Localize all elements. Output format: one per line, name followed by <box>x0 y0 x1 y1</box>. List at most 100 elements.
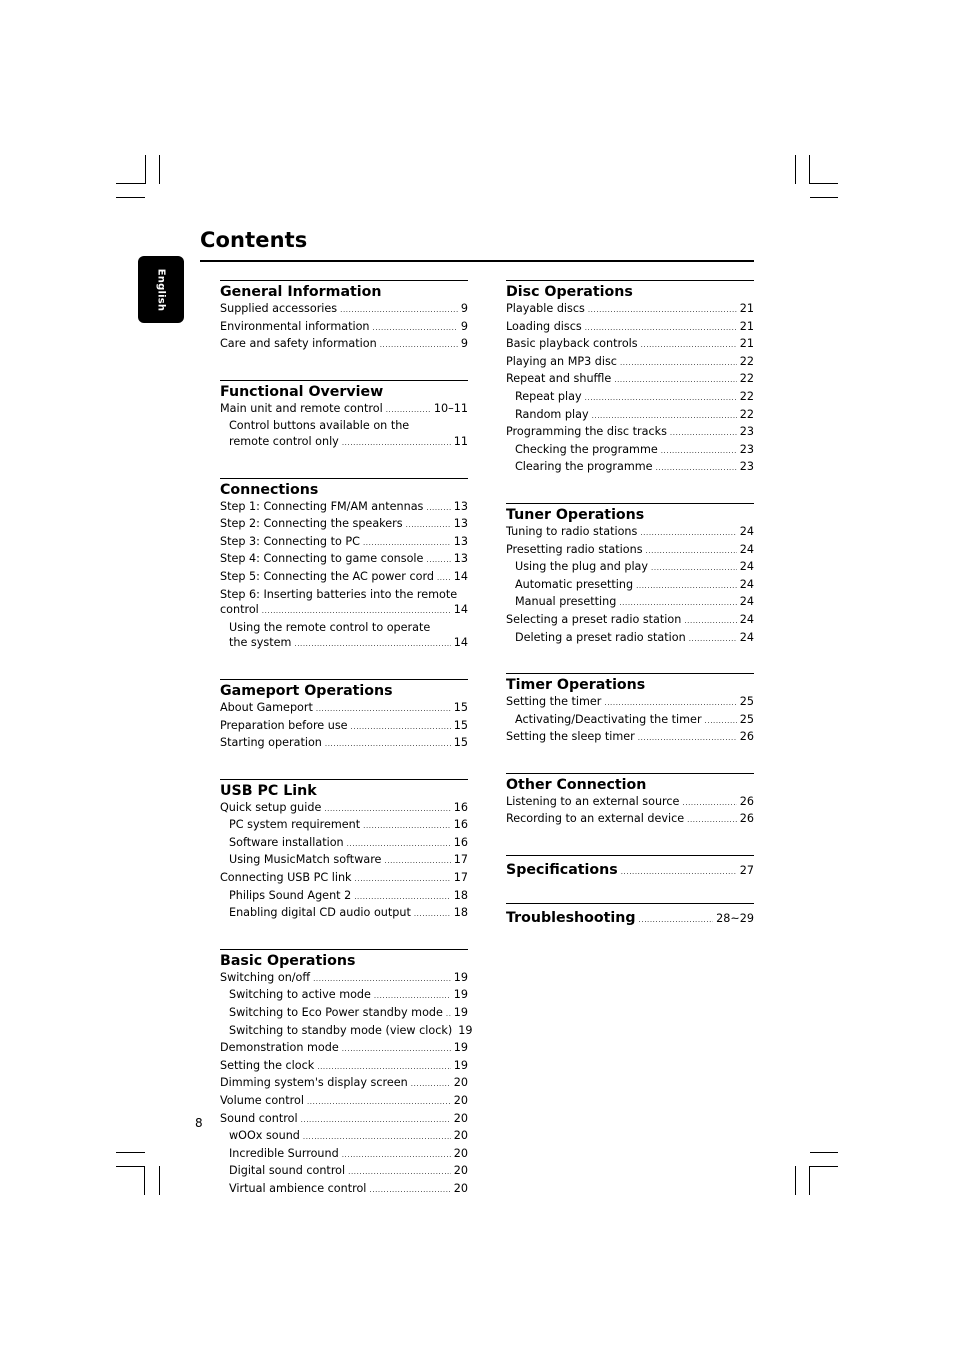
toc-entry-label: Using the plug and play <box>515 560 649 574</box>
toc-entry[interactable]: Repeat and shuffle 22 <box>506 371 754 389</box>
toc-entry[interactable]: Selecting a preset radio station 24 <box>506 612 754 630</box>
toc-entry[interactable]: Deleting a preset radio station 24 <box>506 630 754 648</box>
dot-leader <box>437 571 451 587</box>
toc-entry-label: Selecting a preset radio station <box>506 612 682 626</box>
toc-section-disc-operations: Disc OperationsPlayable discs21Loading d… <box>506 280 754 477</box>
dot-leader <box>347 837 451 853</box>
toc-entry[interactable]: Checking the programme 23 <box>506 442 754 460</box>
toc-section-other-connection: Other Connection Listening to an external… <box>506 772 754 829</box>
toc-entry[interactable]: Step 5: Connecting the AC power cord 14 <box>220 569 468 587</box>
toc-entry[interactable]: Care and safety information 9 <box>220 336 468 354</box>
title-rule <box>200 260 754 262</box>
toc-entry[interactable]: Setting the sleep timer 26 <box>506 729 754 747</box>
dot-leader <box>682 796 736 812</box>
toc-entry[interactable]: Dimming system's display screen 20 <box>220 1075 468 1093</box>
toc-entry[interactable]: Step 3: Connecting to PC 13 <box>220 534 468 552</box>
toc-entry-page: 18 <box>453 888 468 902</box>
toc-entry[interactable]: Switching to standby mode (view clock) 19 <box>220 1023 473 1041</box>
toc-section-specifications[interactable]: Specifications 27 <box>506 855 754 879</box>
toc-entry[interactable]: Setting the timer 25 <box>506 694 754 712</box>
toc-entry-label: Using MusicMatch software <box>229 853 382 867</box>
dot-leader <box>348 1165 451 1181</box>
toc-entry[interactable]: Programming the disc tracks 23 <box>506 424 754 442</box>
toc-entry[interactable]: Connecting USB PC link 17 <box>220 870 468 888</box>
toc-entry[interactable]: Philips Sound Agent 2 18 <box>220 888 468 906</box>
toc-entry-page: 21 <box>739 337 754 351</box>
toc-entry[interactable]: Supplied accessories 9 <box>220 301 468 319</box>
dot-leader <box>656 461 737 477</box>
toc-entry[interactable]: Main unit and remote control 10–11 <box>220 401 468 419</box>
toc-entry-label: Volume control <box>220 1094 304 1107</box>
toc-entry[interactable]: Automatic presetting 24 <box>506 577 754 595</box>
toc-entry-page: 15 <box>453 736 468 750</box>
toc-entry[interactable]: Loading discs 21 <box>506 319 754 337</box>
dot-leader <box>426 501 450 517</box>
toc-entry[interactable]: Starting operation 15 <box>220 735 468 753</box>
toc-entry[interactable]: Repeat play 22 <box>506 389 754 407</box>
toc-entry[interactable]: Basic playback controls 21 <box>506 336 754 354</box>
toc-entry[interactable]: Switching to active mode 19 <box>220 987 468 1005</box>
toc-entry[interactable]: remote control only 11 <box>220 434 468 452</box>
dot-leader <box>340 303 458 319</box>
toc-entry-label: Virtual ambience control <box>229 1181 367 1195</box>
dot-leader <box>641 338 737 354</box>
crop-mark <box>810 1152 838 1153</box>
toc-entry-label: Step 5: Connecting the AC power cord <box>220 569 434 583</box>
toc-entry[interactable]: Tuning to radio stations 24 <box>506 524 754 542</box>
toc-entry[interactable]: Quick setup guide 16 <box>220 800 468 818</box>
toc-entry[interactable]: Listening to an external source 26 <box>506 794 754 812</box>
toc-entry[interactable]: Activating/Deactivating the timer 25 <box>506 712 754 730</box>
toc-entry[interactable]: Switching on/off 19 <box>220 970 468 988</box>
dot-leader <box>303 1130 451 1146</box>
toc-entry[interactable]: Volume control 20 <box>220 1093 468 1111</box>
toc-entry[interactable]: Using the plug and play 24 <box>506 559 754 577</box>
dot-leader <box>373 321 458 337</box>
toc-entry[interactable]: Step 1: Connecting FM/AM antennas 13 <box>220 499 468 517</box>
toc-entry-page: 18 <box>453 906 468 920</box>
toc-entry[interactable]: Manual presetting 24 <box>506 594 754 612</box>
toc-entry-label: Setting the timer <box>506 695 602 709</box>
crop-mark <box>116 197 145 198</box>
toc-entry[interactable]: About Gameport 15 <box>220 700 468 718</box>
toc-entry[interactable]: the system 14 <box>220 635 468 653</box>
toc-entry[interactable]: Setting the clock 19 <box>220 1058 468 1076</box>
toc-entry[interactable]: Virtual ambience control 20 <box>220 1181 468 1199</box>
toc-entry[interactable]: Incredible Surround 20 <box>220 1146 468 1164</box>
toc-entry[interactable]: Playable discs 21 <box>506 301 754 319</box>
toc-entry[interactable]: Software installation 16 <box>220 835 468 853</box>
toc-entry-label: Enabling digital CD audio output <box>229 906 411 920</box>
dot-leader <box>342 1042 451 1058</box>
toc-entry[interactable]: control 14 <box>220 602 468 620</box>
toc-entry-label-line[interactable]: Using the remote control to operate <box>220 620 468 636</box>
toc-entry[interactable]: Sound control 20 <box>220 1111 468 1129</box>
toc-entry[interactable]: Recording to an external device 26 <box>506 811 754 829</box>
toc-section-troubleshooting[interactable]: Troubleshooting 28~29 <box>506 903 754 927</box>
toc-entry[interactable]: Step 4: Connecting to game console 13 <box>220 551 468 569</box>
toc-entry-page: 13 <box>453 552 468 566</box>
toc-entry-page: 20 <box>453 1129 468 1143</box>
toc-entry[interactable]: PC system requirement 16 <box>220 817 468 835</box>
toc-entry-label: Switching to Eco Power standby mode <box>229 1006 443 1020</box>
toc-entry[interactable]: Enabling digital CD audio output 18 <box>220 905 468 923</box>
toc-entry[interactable]: Preparation before use 15 <box>220 718 468 736</box>
toc-entry[interactable]: Random play 22 <box>506 407 754 425</box>
toc-entry-page: 24 <box>739 542 754 556</box>
toc-entry[interactable]: wOOx sound 20 <box>220 1128 468 1146</box>
toc-entry[interactable]: Environmental information 9 <box>220 319 468 337</box>
toc-entry-label: Tuning to radio stations <box>506 524 638 538</box>
language-tab: English <box>138 256 184 323</box>
toc-entry-page: 20 <box>453 1094 468 1107</box>
toc-entry[interactable]: Presetting radio stations 24 <box>506 542 754 560</box>
toc-entry[interactable]: Step 2: Connecting the speakers 13 <box>220 516 468 534</box>
toc-entry-label-line[interactable]: Control buttons available on the <box>220 418 468 434</box>
toc-entry[interactable]: Digital sound control 20 <box>220 1163 468 1181</box>
toc-entry[interactable]: Demonstration mode 19 <box>220 1040 468 1058</box>
toc-entry[interactable]: Playing an MP3 disc 22 <box>506 354 754 372</box>
toc-entry[interactable]: Switching to Eco Power standby mode 19 <box>220 1005 468 1023</box>
toc-entry[interactable]: Clearing the programme 23 <box>506 459 754 477</box>
toc-entry-label: Repeat and shuffle <box>506 372 612 386</box>
toc-entry-label-line[interactable]: Step 6: Inserting batteries into the rem… <box>220 587 468 603</box>
toc-entry-label: Incredible Surround <box>229 1146 339 1160</box>
toc-entry-page: 22 <box>739 372 754 386</box>
toc-entry[interactable]: Using MusicMatch software 17 <box>220 852 468 870</box>
